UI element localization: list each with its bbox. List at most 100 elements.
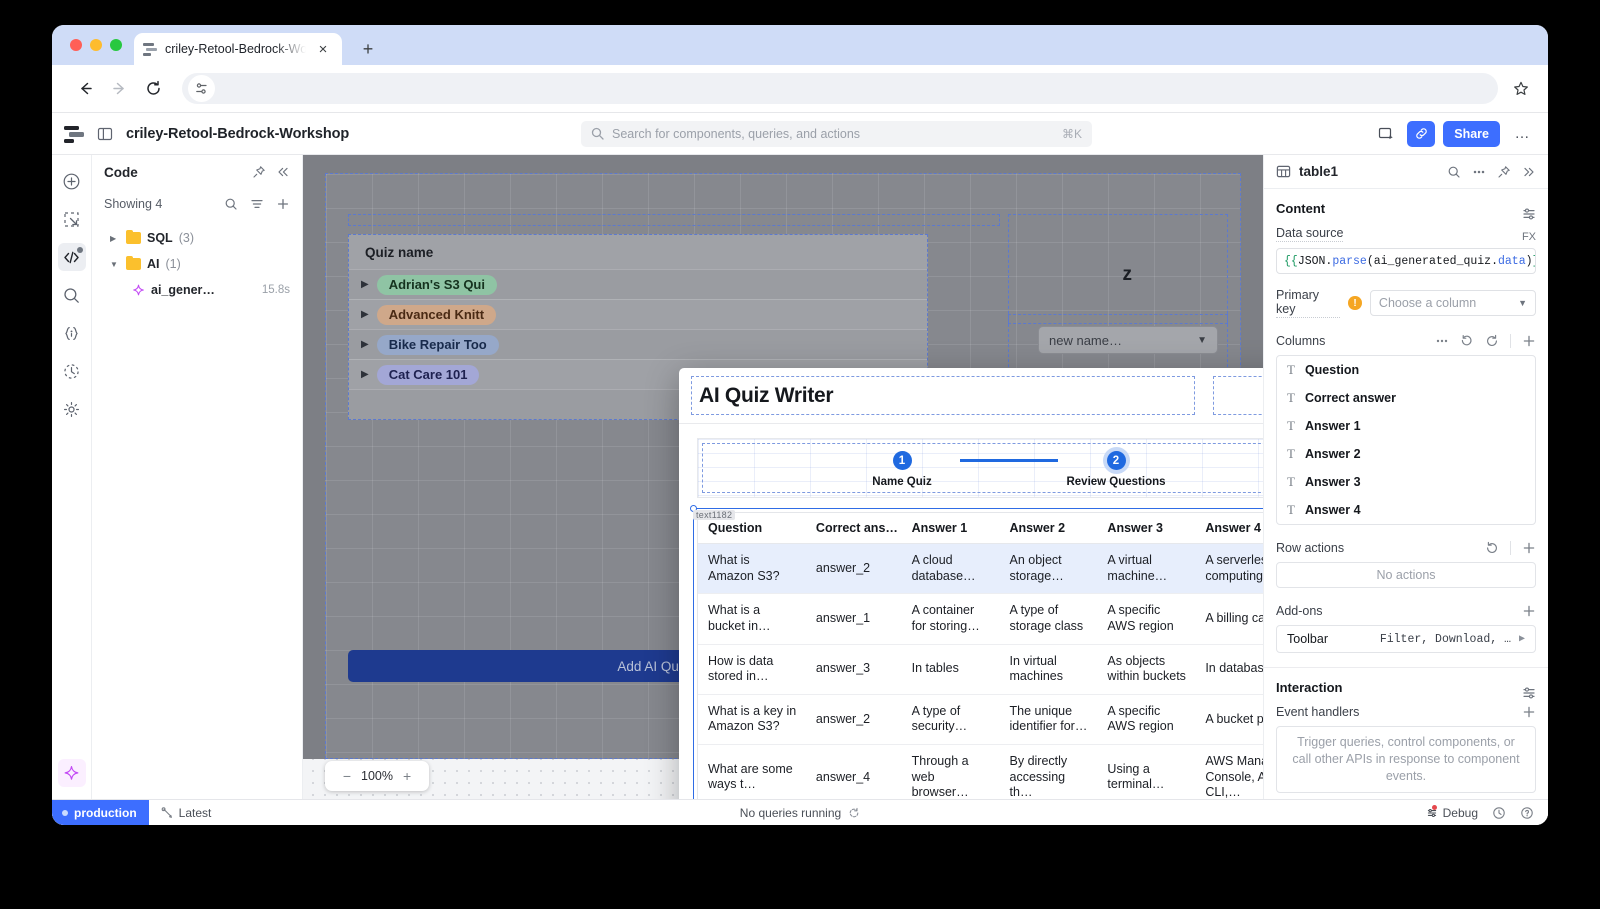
add-query-icon[interactable] xyxy=(276,197,290,211)
column-list-item[interactable]: T Question xyxy=(1277,356,1535,384)
columns-more-icon[interactable] xyxy=(1435,334,1449,348)
overlay-component-tag: text1182 xyxy=(693,510,736,520)
zoom-in-button[interactable]: + xyxy=(403,768,411,784)
addons-actions xyxy=(1522,604,1536,618)
code-token-open: {{ xyxy=(1284,254,1298,268)
add-event-handler-icon[interactable] xyxy=(1522,705,1536,719)
quiz-list-row[interactable]: ▶ Adrian's S3 Qui xyxy=(349,269,927,299)
minimize-window-button[interactable] xyxy=(90,39,102,51)
chevron-down-icon[interactable]: ▼ xyxy=(110,260,120,269)
content-section-header: Content xyxy=(1276,189,1536,226)
components-tree-icon[interactable] xyxy=(58,205,86,233)
toggle-left-panel-icon[interactable] xyxy=(94,123,116,145)
site-settings-icon[interactable] xyxy=(188,75,215,102)
folder-icon xyxy=(126,255,141,270)
ai-sparkle-icon xyxy=(132,284,145,297)
content-section-settings-icon[interactable] xyxy=(1522,207,1536,221)
forward-button[interactable] xyxy=(104,74,134,104)
search-queries-icon[interactable] xyxy=(224,197,238,211)
more-options-button[interactable]: … xyxy=(1508,121,1536,147)
wizard-step-review-questions[interactable]: 2 Review Questions xyxy=(1058,451,1174,488)
retool-topbar: criley-Retool-Bedrock-Workshop Search fo… xyxy=(52,113,1548,155)
collapse-panel-icon[interactable] xyxy=(276,165,290,179)
maximize-window-button[interactable] xyxy=(110,39,122,51)
column-list-item[interactable]: T Answer 3 xyxy=(1277,468,1535,496)
table-component-icon xyxy=(1276,164,1291,179)
expand-row-icon[interactable]: ▶ xyxy=(361,279,369,290)
modal-header: AI Quiz Writer ✕ xyxy=(679,368,1263,424)
event-handlers-label: Event handlers xyxy=(1276,705,1360,719)
add-addon-icon[interactable] xyxy=(1522,604,1536,618)
bookmark-star-icon[interactable] xyxy=(1512,80,1530,98)
folder-label: AI xyxy=(147,257,160,271)
settings-gear-icon[interactable] xyxy=(58,395,86,423)
preview-app-icon[interactable] xyxy=(1373,121,1399,147)
expand-row-icon[interactable]: ▶ xyxy=(361,309,369,320)
interaction-section-header: Interaction xyxy=(1276,668,1536,705)
copy-link-button[interactable] xyxy=(1407,120,1436,147)
pin-icon[interactable] xyxy=(252,165,266,179)
search-icon[interactable] xyxy=(1447,165,1461,179)
query-folder-sql[interactable]: ▶ SQL (3) xyxy=(92,225,302,251)
retool-logo-icon[interactable] xyxy=(64,124,84,144)
interaction-settings-icon[interactable] xyxy=(1522,686,1536,700)
chevron-right-icon[interactable]: ▶ xyxy=(110,234,120,243)
global-search-input[interactable]: Search for components, queries, and acti… xyxy=(581,120,1092,147)
add-component-icon[interactable] xyxy=(58,167,86,195)
reset-columns-icon[interactable] xyxy=(1460,334,1474,348)
close-window-button[interactable] xyxy=(70,39,82,51)
step-number: 2 xyxy=(1106,451,1126,470)
wizard-step-name-quiz[interactable]: 1 Name Quiz xyxy=(844,451,960,488)
code-token-argument: ai_generated_quiz xyxy=(1373,254,1492,268)
pin-icon[interactable] xyxy=(1497,165,1511,179)
debug-button[interactable]: Debug xyxy=(1426,804,1478,820)
quiz-list-row[interactable]: ▶ Bike Repair Too xyxy=(349,329,927,359)
warning-icon: ! xyxy=(1348,296,1362,310)
code-token-function: parse xyxy=(1332,254,1367,268)
address-bar[interactable] xyxy=(182,73,1498,104)
code-panel-icon[interactable] xyxy=(57,243,86,271)
column-list-item[interactable]: T Answer 4 xyxy=(1277,496,1535,524)
quiz-name-select[interactable]: new name… ▼ xyxy=(1038,326,1218,354)
primary-key-placeholder: Choose a column xyxy=(1378,296,1477,310)
column-list-item[interactable]: T Answer 2 xyxy=(1277,440,1535,468)
queries-refresh-icon[interactable] xyxy=(848,807,860,819)
history-icon[interactable] xyxy=(58,357,86,385)
addon-toolbar-row[interactable]: Toolbar Filter, Download, … ▶ xyxy=(1276,625,1536,653)
chevron-right-icon[interactable]: ▶ xyxy=(1519,633,1525,645)
search-panel-icon[interactable] xyxy=(58,281,86,309)
ai-assistant-icon[interactable] xyxy=(57,759,86,787)
column-list-item[interactable]: T Correct answer xyxy=(1277,384,1535,412)
code-token-dot: . xyxy=(1325,254,1333,268)
zoom-out-button[interactable]: − xyxy=(343,768,351,784)
query-folder-ai[interactable]: ▼ AI (1) xyxy=(92,251,302,277)
canvas-zoom-control[interactable]: − 100% + xyxy=(325,761,429,791)
toolbar-divider xyxy=(1510,334,1511,348)
reset-row-actions-icon[interactable] xyxy=(1485,541,1499,555)
browser-tab[interactable]: criley-Retool-Bedrock-Worksh × xyxy=(134,33,342,65)
close-tab-icon[interactable]: × xyxy=(313,39,333,59)
row-actions-empty[interactable]: No actions xyxy=(1276,562,1536,588)
new-tab-button[interactable]: + xyxy=(358,39,378,59)
reload-button[interactable] xyxy=(138,74,168,104)
expand-panel-icon[interactable] xyxy=(1522,165,1536,179)
column-list-item[interactable]: T Answer 1 xyxy=(1277,412,1535,440)
fx-toggle[interactable]: FX xyxy=(1522,231,1536,243)
back-button[interactable] xyxy=(70,74,100,104)
filter-queries-icon[interactable] xyxy=(250,197,264,211)
share-button[interactable]: Share xyxy=(1443,120,1500,147)
event-handlers-hint: Trigger queries, control components, or … xyxy=(1276,726,1536,793)
add-column-icon[interactable] xyxy=(1522,334,1536,348)
expand-row-icon[interactable]: ▶ xyxy=(361,339,369,350)
more-options-icon[interactable] xyxy=(1472,165,1486,179)
query-item-ai-generated-quiz[interactable]: ai_gener… 15.8s xyxy=(92,277,302,303)
add-row-action-icon[interactable] xyxy=(1522,541,1536,555)
primary-key-select[interactable]: Choose a column ▼ xyxy=(1369,290,1536,316)
expand-row-icon[interactable]: ▶ xyxy=(361,369,369,380)
app-title: criley-Retool-Bedrock-Workshop xyxy=(126,125,350,142)
quiz-list-row[interactable]: ▶ Advanced Knitt xyxy=(349,299,927,329)
refresh-columns-icon[interactable] xyxy=(1485,334,1499,348)
row-actions-actions xyxy=(1485,541,1536,555)
state-variables-icon[interactable] xyxy=(58,319,86,347)
data-source-input[interactable]: {{ JSON.parse(ai_generated_quiz.data) }} xyxy=(1276,248,1536,274)
